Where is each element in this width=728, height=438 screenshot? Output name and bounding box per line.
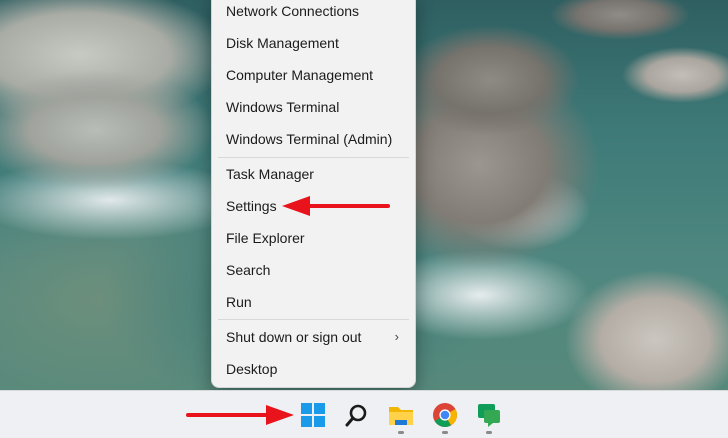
- menu-item-windows-terminal[interactable]: Windows Terminal: [212, 92, 415, 122]
- menu-item-task-manager[interactable]: Task Manager: [212, 159, 415, 189]
- start-windows-icon[interactable]: [298, 400, 328, 430]
- menu-item-label: File Explorer: [226, 230, 305, 246]
- menu-item-label: Search: [226, 262, 271, 278]
- menu-item-label: Run: [226, 294, 252, 310]
- file-explorer-folder-icon[interactable]: [386, 400, 416, 430]
- menu-divider: [218, 157, 409, 158]
- chrome-icon[interactable]: [430, 400, 460, 430]
- menu-item-computer-management[interactable]: Computer Management: [212, 60, 415, 90]
- menu-item-label: Windows Terminal: [226, 99, 340, 115]
- running-indicator: [398, 431, 404, 434]
- menu-item-label: Network Connections: [226, 3, 360, 19]
- running-indicator: [442, 431, 448, 434]
- google-chat-icon[interactable]: [474, 400, 504, 430]
- running-indicator: [486, 431, 492, 434]
- menu-item-run[interactable]: Run: [212, 287, 415, 317]
- menu-item-shut-down-or-sign-out[interactable]: Shut down or sign out ›: [212, 322, 415, 352]
- menu-item-label: Desktop: [226, 361, 278, 377]
- desktop-wallpaper: Network Connections Disk Management Comp…: [0, 0, 728, 438]
- menu-item-desktop[interactable]: Desktop: [212, 354, 415, 384]
- menu-item-label: Settings: [226, 198, 277, 214]
- menu-item-label: Disk Management: [226, 35, 339, 51]
- menu-item-label: Shut down or sign out: [226, 329, 362, 345]
- menu-item-disk-management[interactable]: Disk Management: [212, 28, 415, 58]
- chevron-right-icon: ›: [394, 329, 399, 344]
- search-icon[interactable]: [342, 400, 372, 430]
- red-arrow-pointing-right-icon: [186, 405, 294, 425]
- menu-item-label: Computer Management: [226, 67, 374, 83]
- menu-item-windows-terminal-admin[interactable]: Windows Terminal (Admin): [212, 124, 415, 154]
- red-arrow-pointing-left-icon: [282, 196, 390, 216]
- menu-item-label: Task Manager: [226, 166, 314, 182]
- menu-item-search[interactable]: Search: [212, 255, 415, 285]
- menu-item-label: Windows Terminal (Admin): [226, 131, 393, 147]
- menu-divider: [218, 319, 409, 320]
- menu-item-network-connections[interactable]: Network Connections: [212, 0, 415, 26]
- menu-item-file-explorer[interactable]: File Explorer: [212, 223, 415, 253]
